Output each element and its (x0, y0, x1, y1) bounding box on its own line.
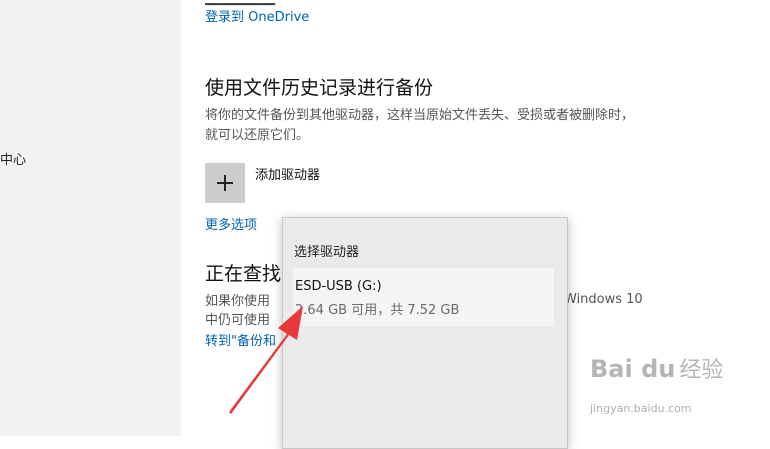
older-backup-desc-line2: 中仍可使用 (205, 313, 271, 328)
baidu-jingyan-watermark: Bai du 经验 (590, 352, 723, 384)
flyout-title: 选择驱动器 (294, 245, 360, 260)
settings-left-pane: 中心 (0, 0, 181, 436)
drive-option-esd-usb[interactable]: ESD-USB (G:) 2.64 GB 可用，共 7.52 GB (293, 268, 554, 326)
file-history-description: 将你的文件备份到其他驱动器，这样当原始文件丢失、受损或者被删除时，就可以还原它们… (205, 108, 635, 143)
sidebar-item-partial[interactable]: 中心 (0, 149, 26, 168)
drive-name: ESD-USB (G:) (295, 279, 382, 294)
plus-icon (217, 175, 233, 191)
onedrive-sign-in-link[interactable]: 登录到 OneDrive (205, 6, 309, 25)
baidu-logo: Bai du (590, 355, 676, 383)
older-backup-title: 正在查找 (205, 263, 282, 285)
file-history-title: 使用文件历史记录进行备份 (205, 77, 434, 99)
backup-restore-link[interactable]: 转到"备份和 (205, 330, 276, 349)
windows-version-text: Windows 10 (564, 292, 643, 307)
drive-space: 2.64 GB 可用，共 7.52 GB (295, 303, 460, 318)
watermark-url: jingyan.baidu.com (590, 402, 692, 415)
more-options-link[interactable]: 更多选项 (205, 214, 257, 233)
select-drive-flyout: 选择驱动器 ESD-USB (G:) 2.64 GB 可用，共 7.52 GB (282, 217, 568, 449)
older-backup-desc-line1: 如果你使用 (205, 294, 271, 309)
add-drive-button[interactable] (205, 163, 245, 203)
older-backup-description: 如果你使用 中仍可使用 (205, 292, 270, 330)
watermark-text: 经验 (679, 358, 724, 383)
add-drive-label[interactable]: 添加驱动器 (255, 164, 320, 183)
